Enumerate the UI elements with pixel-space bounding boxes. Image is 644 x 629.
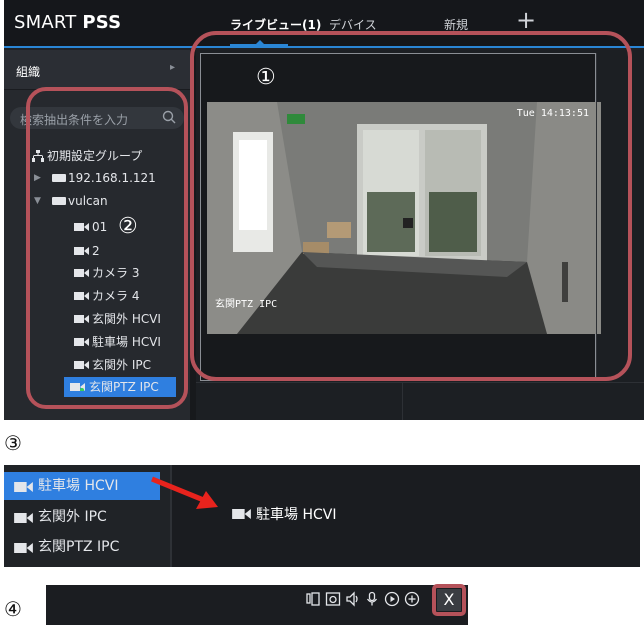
list-item-label: 玄関外 IPC: [38, 509, 107, 525]
dropped-camera-label: 駐車場 HCVI: [256, 507, 337, 523]
annotation-box-close: [432, 584, 466, 616]
camera-icon: [14, 482, 33, 492]
snapshot-icon[interactable]: [325, 591, 341, 607]
video-toolbar: X: [46, 584, 468, 625]
chevron-right-icon: ▸: [170, 62, 176, 73]
record-icon[interactable]: [384, 591, 400, 607]
app-logo: SMART PSS: [14, 12, 122, 33]
app-window: SMART PSS ライブビュー(1) デバイス 新規 + 組織 ▸ 検索抽出条…: [4, 0, 644, 420]
organization-label: 組織: [16, 65, 41, 79]
add-tab-button[interactable]: +: [516, 8, 536, 32]
camera-icon: [14, 543, 33, 553]
list-item-entrance-ipc[interactable]: 玄関外 IPC: [4, 503, 172, 531]
annotation-number-4: ④: [4, 597, 22, 621]
grid-divider-lower: [402, 383, 403, 420]
camera-icon: [232, 509, 251, 519]
annotation-number-3: ③: [4, 431, 22, 455]
camera-list: 駐車場 HCVI 玄関外 IPC 玄関PTZ IPC: [4, 465, 172, 567]
drag-arrow-icon: [151, 476, 218, 509]
drag-drop-example: 駐車場 HCVI 玄関外 IPC 玄関PTZ IPC 駐車場 HCVI: [4, 465, 640, 567]
zoom-icon[interactable]: [404, 591, 420, 607]
grid-divider-horizontal: [196, 382, 644, 383]
audio-icon[interactable]: [345, 591, 361, 607]
list-item-label: 玄関PTZ IPC: [38, 539, 120, 555]
talk-icon[interactable]: [364, 591, 380, 607]
tilt-icon[interactable]: [305, 591, 321, 607]
annotation-number-2: ②: [118, 214, 138, 239]
annotation-circle-2: [26, 87, 188, 409]
list-item-entrance-ptz-ipc[interactable]: 玄関PTZ IPC: [4, 533, 172, 561]
list-item-parking-hcvi[interactable]: 駐車場 HCVI: [4, 472, 160, 500]
organization-header[interactable]: 組織 ▸: [4, 50, 190, 90]
annotation-number-1: ①: [256, 65, 276, 90]
camera-icon: [14, 513, 33, 523]
list-item-label: 駐車場 HCVI: [38, 478, 119, 494]
